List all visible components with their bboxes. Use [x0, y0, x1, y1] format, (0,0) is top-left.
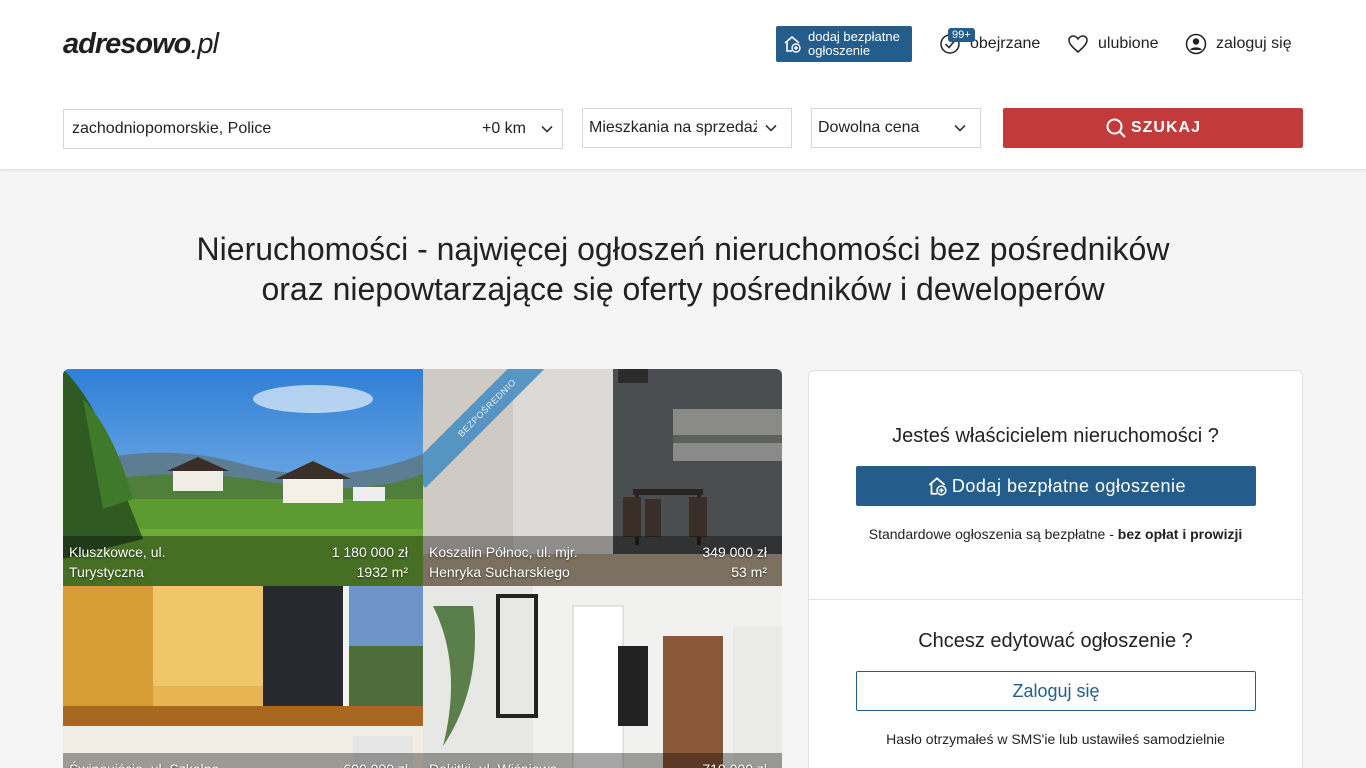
category-select[interactable]: Mieszkania na sprzedaż	[582, 108, 792, 148]
viewed-count-badge: 99+	[948, 28, 975, 42]
viewed-link[interactable]: 99+ obejrzane	[939, 28, 1041, 57]
price-value: Dowolna cena	[818, 119, 920, 136]
page-title-line2: oraz niepowtarzające się oferty pośredni…	[261, 271, 1105, 307]
search-button[interactable]: SZUKAJ	[1003, 108, 1303, 148]
add-listing-button[interactable]: dodaj bezpłatne ogłoszenie	[776, 26, 912, 62]
listing-caption: Dekitki, ul. Wiśniowa 719 000 zł	[423, 753, 782, 768]
page-title: Nieruchomości - najwięcej ogłoszeń nieru…	[0, 229, 1366, 309]
listing-caption: Kluszkowce, ul. Turystyczna 1 180 000 zł 1…	[63, 536, 423, 586]
favorites-label: ulubione	[1098, 35, 1159, 52]
owner-card-note-prefix: Standardowe ogłoszenia są bezpłatne -	[868, 526, 1118, 542]
login-button-label: Zaloguj się	[1012, 680, 1100, 701]
house-plus-icon	[784, 35, 801, 53]
card-divider	[809, 599, 1302, 600]
edit-card-title: Chcesz edytować ogłoszenie ?	[918, 630, 1193, 652]
listing-location: Koszalin Północ, ul. mjr.	[429, 544, 578, 560]
login-link[interactable]: zaloguj się	[1185, 31, 1292, 57]
chevron-down-icon[interactable]	[540, 122, 554, 136]
logo[interactable]: adresowo.pl	[63, 28, 219, 61]
listing-photo	[423, 586, 782, 768]
heart-icon	[1068, 35, 1088, 53]
chevron-down-icon	[954, 124, 966, 132]
listing-photo	[63, 586, 423, 768]
search-icon	[1106, 118, 1126, 138]
owner-card-note: Standardowe ogłoszenia są bezpłatne - be…	[809, 526, 1302, 542]
owner-card: Jesteś właścicielem nieruchomości ? Doda…	[808, 370, 1303, 768]
radius-select[interactable]: +0 km	[482, 120, 526, 138]
listing-tile[interactable]: Świnoujście, ul. Szkolna 600 000 zł	[63, 586, 423, 768]
listing-price: 719 000 zł	[702, 759, 767, 768]
location-value: zachodniopomorskie, Police	[72, 120, 272, 137]
add-listing-line2: ogłoszenie	[808, 43, 871, 58]
login-button[interactable]: Zaloguj się	[856, 671, 1256, 711]
listing-tile[interactable]: BEZPOŚREDNIO Koszalin Północ, ul. mjr. He…	[423, 369, 782, 586]
user-circle-icon	[1185, 33, 1207, 55]
listing-area: 53 m²	[731, 564, 767, 580]
price-select[interactable]: Dowolna cena	[811, 108, 981, 148]
logo-main: adresowo	[63, 28, 191, 60]
site-header: adresowo.pl dodaj bezpłatne ogłoszenie 99…	[0, 0, 1366, 169]
add-free-listing-button[interactable]: Dodaj bezpłatne ogłoszenie	[856, 466, 1256, 506]
login-label: zaloguj się	[1216, 35, 1292, 52]
listing-area: 1932 m²	[356, 564, 408, 580]
listing-location-2: Turystyczna	[69, 564, 144, 580]
listings-grid: Kluszkowce, ul. Turystyczna 1 180 000 zł 1…	[63, 369, 782, 768]
category-value: Mieszkania na sprzedaż	[589, 119, 757, 136]
logo-suffix: .pl	[190, 28, 219, 60]
page-title-line1: Nieruchomości - najwięcej ogłoszeń nieru…	[196, 231, 1170, 267]
search-button-label: SZUKAJ	[1130, 119, 1201, 136]
listing-tile[interactable]: Kluszkowce, ul. Turystyczna 1 180 000 zł 1…	[63, 369, 423, 586]
listing-location: Kluszkowce, ul.	[69, 544, 166, 560]
house-plus-icon	[928, 477, 947, 496]
location-input[interactable]: zachodniopomorskie, Police +0 km	[63, 109, 563, 149]
edit-card-note: Hasło otrzymałeś w SMS'ie lub ustawiłeś …	[886, 731, 1225, 747]
listing-location-2: Henryka Sucharskiego	[429, 564, 570, 580]
owner-card-note-bold: bez opłat i prowizji	[1117, 526, 1243, 542]
listing-price: 1 180 000 zł	[331, 544, 408, 560]
chevron-down-icon	[757, 121, 785, 135]
favorites-link[interactable]: ulubione	[1067, 31, 1159, 57]
viewed-icon-wrap: 99+	[939, 28, 975, 55]
listing-price: 600 000 zł	[343, 759, 408, 768]
listing-tile[interactable]: Dekitki, ul. Wiśniowa 719 000 zł	[423, 586, 782, 768]
listing-caption: Świnoujście, ul. Szkolna 600 000 zł	[63, 753, 423, 768]
owner-card-title: Jesteś właścicielem nieruchomości ?	[892, 425, 1219, 447]
listing-price: 349 000 zł	[702, 544, 767, 560]
listing-caption: Koszalin Północ, ul. mjr. Henryka Suchars…	[423, 536, 782, 586]
listing-location: Dekitki, ul. Wiśniowa	[429, 759, 557, 768]
listing-location: Świnoujście, ul. Szkolna	[69, 759, 219, 768]
add-listing-line1: dodaj bezpłatne	[808, 29, 900, 44]
viewed-label: obejrzane	[970, 35, 1041, 52]
add-free-listing-label: Dodaj bezpłatne ogłoszenie	[951, 475, 1187, 496]
